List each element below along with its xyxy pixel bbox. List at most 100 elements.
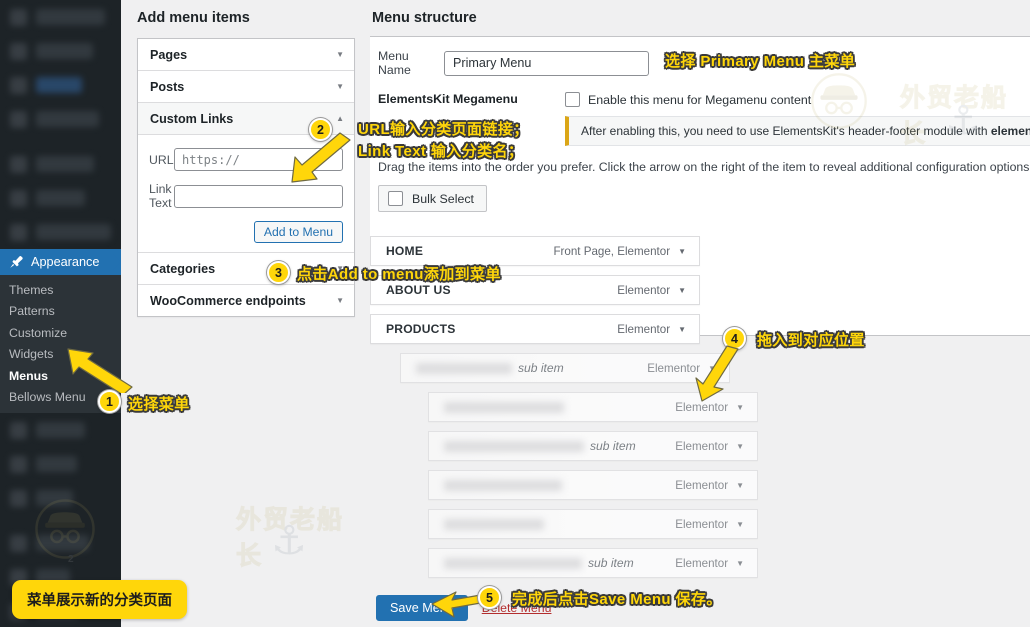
accordion-posts[interactable]: Posts ▼ — [138, 71, 354, 103]
watermark-text-left: 外贸老船长 ⚓ — [236, 500, 370, 572]
chevron-down-icon: ▼ — [336, 49, 344, 59]
sidebar-subitem-widgets[interactable]: Widgets — [0, 343, 121, 365]
url-field-row: URL — [149, 148, 343, 171]
menu-item-type: Elementor — [675, 439, 729, 453]
sidebar-subitem-patterns[interactable]: Patterns — [0, 300, 121, 322]
menu-item-title-redacted — [416, 362, 512, 374]
bulk-select-checkbox[interactable] — [388, 191, 403, 206]
sidebar-item-redacted[interactable]: ElementsKit — [0, 215, 121, 249]
sidebar-divider — [0, 136, 121, 147]
sidebar-item-redacted[interactable]: Plugins — [0, 181, 121, 215]
menu-item-row[interactable]: sub item Elementor ▼ — [400, 353, 730, 383]
chevron-down-icon[interactable]: ▼ — [708, 364, 729, 373]
menu-structure-column: Menu structure Menu Name ElementsKit Meg… — [370, 0, 1030, 627]
menu-item-type: Elementor — [675, 517, 729, 531]
chevron-down-icon[interactable]: ▼ — [736, 559, 757, 568]
sidebar-item-label: Users — [36, 456, 77, 472]
sidebar-item-label: Dashboard — [36, 9, 106, 25]
menu-item-title-redacted — [444, 401, 564, 413]
url-label: URL — [149, 152, 174, 167]
menu-item-row[interactable]: Elementor ▼ — [428, 470, 758, 500]
accordion-pages[interactable]: Pages ▼ — [138, 39, 354, 71]
bulk-select-label: Bulk Select — [412, 191, 474, 206]
menu-item-title-redacted — [444, 440, 584, 452]
menu-item-sub-label: sub item — [518, 361, 564, 375]
chevron-down-icon[interactable]: ▼ — [736, 403, 757, 412]
sidebar-item-icon — [10, 189, 27, 207]
add-menu-items-title: Add menu items — [137, 10, 250, 26]
accordion-woocommerce-endpoints[interactable]: WooCommerce endpoints ▼ — [138, 285, 354, 316]
megamenu-checkbox[interactable] — [565, 92, 580, 107]
add-to-menu-row: Add to Menu — [149, 221, 343, 243]
menu-name-label: Menu Name — [378, 49, 411, 77]
bulk-select-control[interactable]: Bulk Select — [378, 185, 487, 212]
wordpress-menus-admin-screen: Dashboard Products Orders Marketing Analytic… — [0, 0, 1030, 627]
accordion-categories[interactable]: Categories ▼ — [138, 253, 354, 285]
sidebar-divider — [0, 515, 121, 526]
step-badge-2: 2 — [309, 118, 332, 141]
sidebar-subitem-menus[interactable]: Menus — [0, 365, 121, 387]
chevron-down-icon[interactable]: ▼ — [736, 481, 757, 490]
anchor-icon: ⚓ — [271, 519, 307, 563]
sidebar-item-appearance-label: Appearance — [31, 255, 100, 269]
chevron-down-icon[interactable]: ▼ — [678, 286, 699, 295]
megamenu-notice: After enabling this, you need to use Ele… — [565, 116, 1030, 146]
link-text-input[interactable] — [174, 184, 343, 208]
accordion-posts-label: Posts — [150, 79, 185, 94]
sidebar-subitem-customize[interactable]: Customize — [0, 322, 121, 344]
sidebar-item-redacted[interactable]: Products — [0, 34, 121, 68]
sidebar-subitem-themes[interactable]: Themes — [0, 279, 121, 301]
menu-item-row[interactable]: HOME Front Page, Elementor ▼ — [370, 236, 700, 266]
watermark-text-left-label: 外贸老船长 — [236, 506, 345, 571]
sidebar-item-redacted[interactable]: Dashboard — [0, 0, 121, 34]
link-text-field-row: Link Text — [149, 182, 343, 210]
menu-item-row[interactable]: Elementor ▼ — [428, 392, 758, 422]
menu-item-row[interactable]: sub item Elementor ▼ — [428, 548, 758, 578]
add-to-menu-button[interactable]: Add to Menu — [253, 221, 343, 243]
accordion-categories-label: Categories — [150, 261, 216, 276]
menu-item-title: ABOUT US — [386, 283, 451, 297]
sidebar-item-appearance[interactable]: Appearance — [0, 249, 121, 275]
sidebar-item-redacted[interactable]: Settings — [0, 526, 121, 560]
sidebar-item-redacted[interactable]: Marketing — [0, 102, 121, 136]
sidebar-item-redacted[interactable]: Tools — [0, 481, 121, 515]
sidebar-item-redacted[interactable]: Analytics — [0, 147, 121, 181]
sidebar-item-redacted[interactable]: Plugins — [0, 413, 121, 447]
menu-item-row[interactable]: Elementor ▼ — [428, 509, 758, 539]
chevron-down-icon: ▼ — [336, 81, 344, 91]
menu-structure-title: Menu structure — [372, 10, 477, 26]
sidebar-item-label: Settings — [36, 535, 90, 551]
sidebar-redacted-top-group: Dashboard Products Orders Marketing Analytic… — [0, 0, 121, 249]
menu-item-type: Elementor — [675, 400, 729, 414]
accordion-custom-links-label: Custom Links — [150, 111, 234, 126]
megamenu-enable-control[interactable]: Enable this menu for Megamenu content — [565, 92, 811, 107]
menu-item-row[interactable]: PRODUCTS Elementor ▼ — [370, 314, 700, 344]
step-badge-1: 1 — [98, 390, 121, 413]
elementskit-megamenu-label: ElementsKit Megamenu — [378, 92, 518, 106]
menu-item-title-redacted — [444, 479, 562, 491]
sidebar-item-label: Plugins — [36, 422, 85, 438]
menu-item-title-redacted — [444, 518, 544, 530]
chevron-down-icon[interactable]: ▼ — [678, 325, 699, 334]
save-menu-button[interactable]: Save Menu — [376, 595, 468, 621]
menu-item-sub-label: sub item — [590, 439, 636, 453]
chevron-up-icon: ▲ — [336, 113, 344, 123]
sidebar-item-redacted[interactable]: Orders — [0, 68, 121, 102]
sidebar-item-label: Tools — [36, 490, 74, 506]
megamenu-checkbox-label: Enable this menu for Megamenu content — [588, 92, 812, 107]
add-menu-items-accordion: Pages ▼ Posts ▼ Custom Links ▲ URL Link … — [137, 38, 355, 317]
menu-item-row[interactable]: sub item Elementor ▼ — [428, 431, 758, 461]
chevron-down-icon[interactable]: ▼ — [736, 442, 757, 451]
menu-item-type: Front Page, Elementor — [553, 244, 671, 258]
url-input[interactable] — [174, 148, 343, 171]
sidebar-item-redacted[interactable]: Users — [0, 447, 121, 481]
chevron-down-icon: ▼ — [336, 295, 344, 305]
sidebar-item-icon — [10, 110, 27, 128]
chevron-down-icon[interactable]: ▼ — [678, 247, 699, 256]
menu-item-row[interactable]: ABOUT US Elementor ▼ — [370, 275, 700, 305]
chevron-down-icon[interactable]: ▼ — [736, 520, 757, 529]
admin-sidebar: Dashboard Products Orders Marketing Analytic… — [0, 0, 121, 627]
sidebar-item-label: Products — [36, 43, 94, 59]
elementskit-megamenu-row: ElementsKit Megamenu Enable this menu fo… — [370, 77, 1030, 107]
menu-name-input[interactable] — [444, 50, 649, 76]
